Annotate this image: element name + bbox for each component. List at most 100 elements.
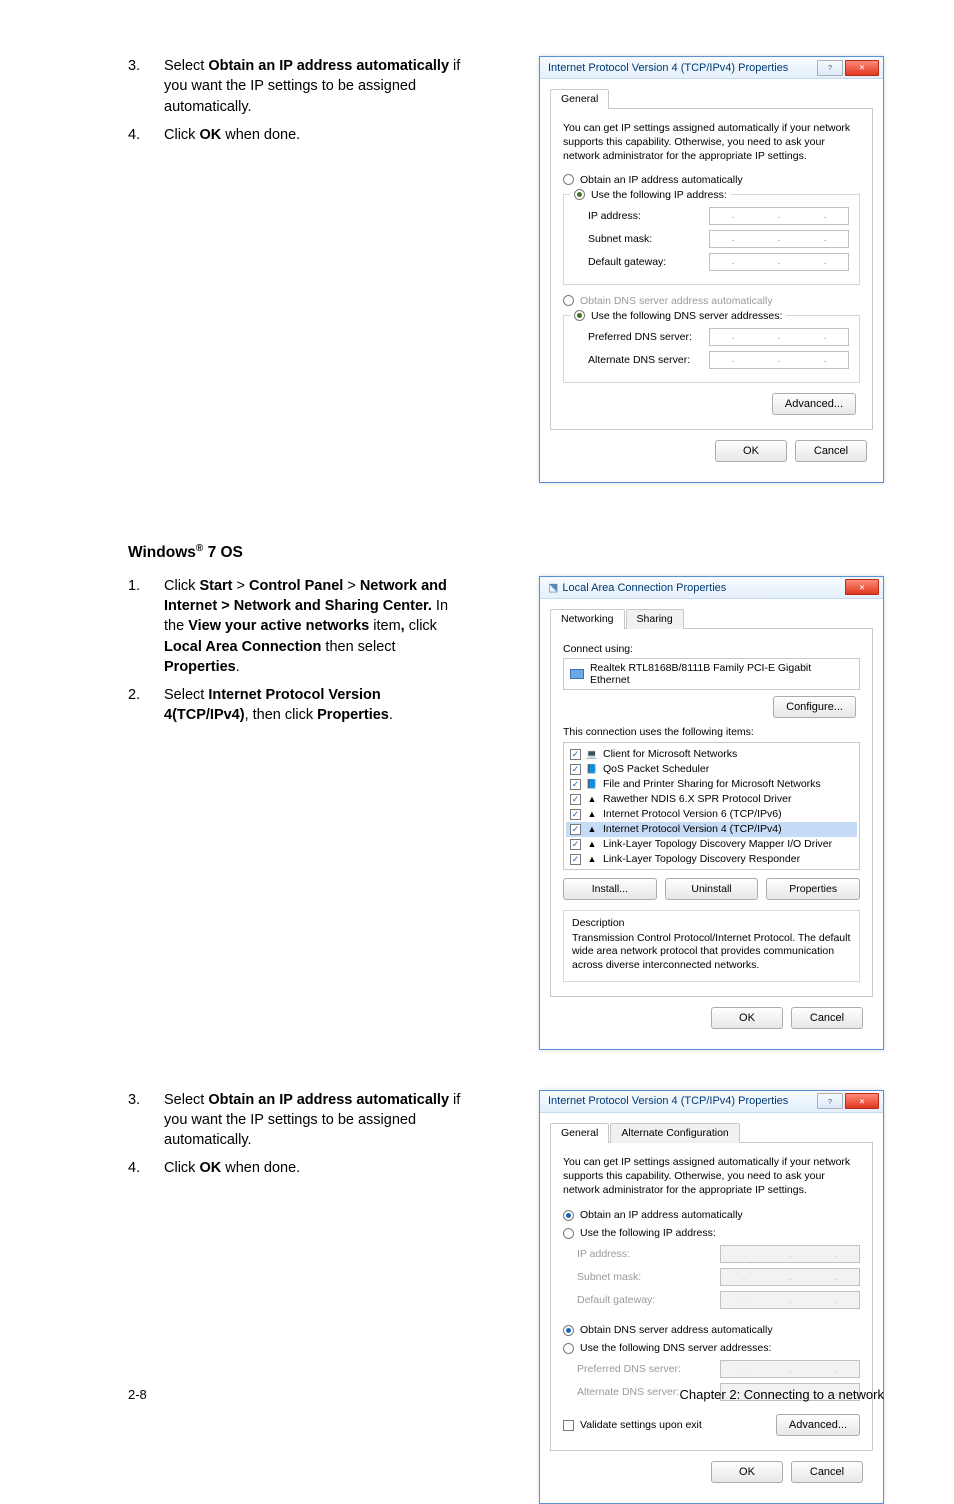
ok-button[interactable]: OK xyxy=(715,440,787,462)
dialog-description: You can get IP settings assigned automat… xyxy=(563,1155,860,1198)
tab-general[interactable]: General xyxy=(550,1123,609,1143)
step-text: Select Internet Protocol Version 4(TCP/I… xyxy=(164,685,468,726)
text: when done. xyxy=(221,127,300,143)
checkbox-icon[interactable] xyxy=(570,764,581,775)
ok-button[interactable]: OK xyxy=(711,1461,783,1483)
steps-block-1: 3. Select Obtain an IP address automatic… xyxy=(128,56,468,145)
help-button[interactable]: ? xyxy=(817,1093,843,1109)
text: Windows xyxy=(128,544,196,561)
item-label: File and Printer Sharing for Microsoft N… xyxy=(603,778,821,790)
advanced-button[interactable]: Advanced... xyxy=(772,393,856,415)
list-item[interactable]: 📘 File and Printer Sharing for Microsoft … xyxy=(566,777,857,792)
connect-using-label: Connect using: xyxy=(563,643,860,655)
cancel-button[interactable]: Cancel xyxy=(791,1461,863,1483)
list-item[interactable]: ▲Internet Protocol Version 6 (TCP/IPv6) xyxy=(566,807,857,822)
text: Select xyxy=(164,58,208,74)
text: Select xyxy=(164,1092,208,1108)
label-preferred-dns: Preferred DNS server: xyxy=(577,1363,681,1375)
radio-label: Use the following IP address: xyxy=(591,189,727,201)
radio-use-following-dns[interactable]: Use the following DNS server addresses: xyxy=(563,1342,860,1354)
text-bold: OK xyxy=(199,127,221,143)
advanced-button[interactable]: Advanced... xyxy=(776,1414,860,1436)
dialog-ipv4-win7: Internet Protocol Version 4 (TCP/IPv4) P… xyxy=(539,1090,884,1504)
label-ip-address: IP address: xyxy=(577,1248,630,1260)
item-icon: ▲ xyxy=(586,793,598,805)
step-number: 4. xyxy=(128,1158,164,1178)
radio-obtain-dns-auto[interactable]: Obtain DNS server address automatically xyxy=(563,1324,860,1336)
radio-obtain-dns-auto[interactable]: Obtain DNS server address automatically xyxy=(563,295,860,307)
dialog-description: You can get IP settings assigned automat… xyxy=(563,121,860,164)
cancel-button[interactable]: Cancel xyxy=(795,440,867,462)
step-text: Click OK when done. xyxy=(164,1158,468,1178)
uninstall-button[interactable]: Uninstall xyxy=(665,878,759,900)
close-button[interactable]: ✕ xyxy=(845,579,879,595)
checkbox-icon[interactable] xyxy=(570,824,581,835)
checkbox-icon[interactable] xyxy=(570,749,581,760)
ok-button[interactable]: OK xyxy=(711,1007,783,1029)
install-button[interactable]: Install... xyxy=(563,878,657,900)
radio-label: Obtain DNS server address automatically xyxy=(580,295,773,307)
radio-obtain-ip-auto[interactable]: Obtain an IP address automatically xyxy=(563,174,860,186)
radio-use-following-ip[interactable]: Use the following IP address: xyxy=(570,189,731,201)
close-button[interactable]: ✕ xyxy=(845,60,879,76)
titlebar: Internet Protocol Version 4 (TCP/IPv4) P… xyxy=(540,1091,883,1113)
connection-items-list[interactable]: 💻Client for Microsoft Networks📘QoS Packe… xyxy=(563,742,860,870)
item-icon: 📘 xyxy=(586,778,598,790)
step-text: Select Obtain an IP address automaticall… xyxy=(164,56,468,117)
list-item[interactable]: ▲Rawether NDIS 6.X SPR Protocol Driver xyxy=(566,792,857,807)
item-label: QoS Packet Scheduler xyxy=(603,763,709,775)
radio-obtain-ip-auto[interactable]: Obtain an IP address automatically xyxy=(563,1209,860,1221)
adapter-icon xyxy=(570,669,584,679)
text-bold: Obtain an IP address automatically xyxy=(208,58,449,74)
cancel-button[interactable]: Cancel xyxy=(791,1007,863,1029)
input-ip-address[interactable]: ... xyxy=(709,207,849,225)
configure-button[interactable]: Configure... xyxy=(773,696,856,718)
items-label: This connection uses the following items… xyxy=(563,726,860,738)
window-title: Local Area Connection Properties xyxy=(562,582,726,594)
properties-button[interactable]: Properties xyxy=(766,878,860,900)
checkbox-validate-on-exit[interactable]: Validate settings upon exit xyxy=(563,1419,702,1431)
tab-networking[interactable]: Networking xyxy=(550,609,625,629)
close-button[interactable]: ✕ xyxy=(845,1093,879,1109)
item-label: Link-Layer Topology Discovery Responder xyxy=(603,853,800,865)
step-number: 4. xyxy=(128,125,164,145)
radio-use-following-dns[interactable]: Use the following DNS server addresses: xyxy=(570,310,786,322)
tab-sharing[interactable]: Sharing xyxy=(626,609,684,629)
description-text: Transmission Control Protocol/Internet P… xyxy=(572,932,851,973)
item-label: Client for Microsoft Networks xyxy=(603,748,737,760)
tab-general[interactable]: General xyxy=(550,89,609,109)
radio-use-following-ip[interactable]: Use the following IP address: xyxy=(563,1227,860,1239)
checkbox-icon[interactable] xyxy=(570,809,581,820)
text-bold: Obtain an IP address automatically xyxy=(208,1092,449,1108)
checkbox-icon[interactable] xyxy=(570,779,581,790)
chapter-title: Chapter 2: Connecting to a network xyxy=(679,1387,884,1402)
input-default-gateway: ... xyxy=(720,1291,860,1309)
list-item[interactable]: ▲Link-Layer Topology Discovery Mapper I/… xyxy=(566,837,857,852)
description-box: Description Transmission Control Protoco… xyxy=(563,910,860,982)
checkbox-icon[interactable] xyxy=(570,794,581,805)
label-default-gateway: Default gateway: xyxy=(577,1294,655,1306)
item-icon: 📘 xyxy=(586,763,598,775)
list-item[interactable]: 💻Client for Microsoft Networks xyxy=(566,747,857,762)
input-preferred-dns[interactable]: ... xyxy=(709,328,849,346)
radio-label: Obtain an IP address automatically xyxy=(580,174,743,186)
input-subnet-mask[interactable]: ... xyxy=(709,230,849,248)
input-alternate-dns[interactable]: ... xyxy=(709,351,849,369)
tab-alternate-config[interactable]: Alternate Configuration xyxy=(610,1123,739,1143)
step-text: Click Start > Control Panel > Network an… xyxy=(164,576,468,677)
adapter-name: Realtek RTL8168B/8111B Family PCI-E Giga… xyxy=(590,662,853,686)
checkbox-icon[interactable] xyxy=(570,839,581,850)
list-item[interactable]: ▲Link-Layer Topology Discovery Responder xyxy=(566,852,857,867)
item-icon: ▲ xyxy=(586,808,598,820)
radio-label: Use the following DNS server addresses: xyxy=(591,310,782,322)
checkbox-icon[interactable] xyxy=(570,854,581,865)
label-subnet-mask: Subnet mask: xyxy=(588,233,652,245)
step-number: 3. xyxy=(128,1090,164,1151)
help-button[interactable]: ? xyxy=(817,60,843,76)
page-footer: 2-8 Chapter 2: Connecting to a network xyxy=(128,1387,884,1402)
input-default-gateway[interactable]: ... xyxy=(709,253,849,271)
dialog-ipv4-vista: Internet Protocol Version 4 (TCP/IPv4) P… xyxy=(539,56,884,483)
step-number: 1. xyxy=(128,576,164,677)
list-item[interactable]: ▲Internet Protocol Version 4 (TCP/IPv4) xyxy=(566,822,857,837)
list-item[interactable]: 📘 QoS Packet Scheduler xyxy=(566,762,857,777)
